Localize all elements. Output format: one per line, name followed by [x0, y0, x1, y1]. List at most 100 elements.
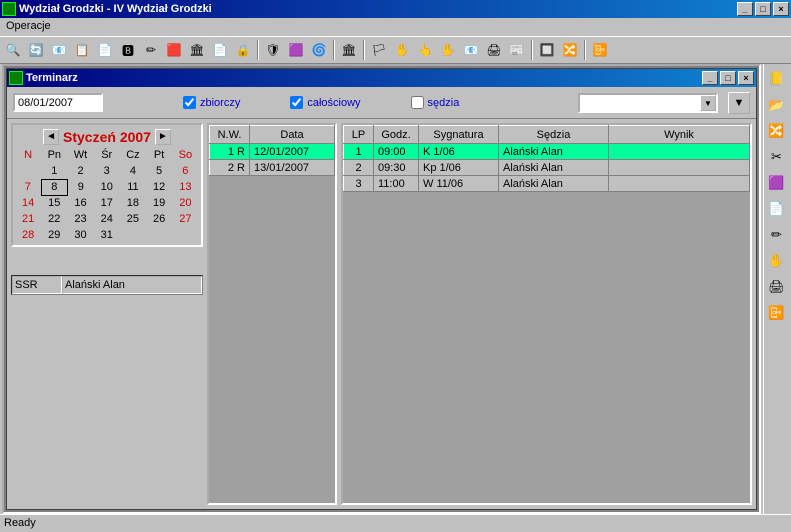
- cell-date[interactable]: 12/01/2007: [250, 144, 335, 160]
- cell-nw[interactable]: 2 R: [210, 160, 250, 176]
- col-nw[interactable]: N.W.: [210, 126, 250, 144]
- table-row[interactable]: 209:30Kp 1/06Alański Alan: [344, 160, 750, 176]
- toolbar-button-13[interactable]: 🟪: [285, 39, 307, 61]
- child-minimize-button[interactable]: _: [702, 71, 718, 85]
- cell-syg[interactable]: W 11/06: [419, 176, 499, 192]
- toolbar-button-0[interactable]: 🔍: [2, 39, 24, 61]
- toolbar-button-18[interactable]: 🏳: [368, 39, 390, 61]
- dates-grid[interactable]: N.W. Data 1 R12/01/20072 R13/01/2007: [207, 123, 337, 505]
- cell-sedzia[interactable]: Alański Alan: [499, 176, 609, 192]
- minimize-button[interactable]: _: [737, 2, 753, 16]
- filter-combo[interactable]: ▼: [578, 93, 718, 113]
- col-data[interactable]: Data: [250, 126, 335, 144]
- toolbar-button-26[interactable]: 🔲: [536, 39, 558, 61]
- cal-day[interactable]: 12: [146, 179, 172, 195]
- cal-day[interactable]: 20: [172, 195, 198, 211]
- toolbar-button-12[interactable]: 🛡: [262, 39, 284, 61]
- right-toolbar-button-8[interactable]: 🖨: [766, 276, 788, 298]
- cell-wynik[interactable]: [609, 160, 750, 176]
- cal-day[interactable]: 31: [94, 227, 120, 243]
- toolbar-button-20[interactable]: 👆: [414, 39, 436, 61]
- zbiorczy-checkbox[interactable]: zbiorczy: [183, 96, 240, 109]
- col-godz[interactable]: Godz.: [374, 126, 419, 144]
- col-syg[interactable]: Sygnatura: [419, 126, 499, 144]
- cell-lp[interactable]: 3: [344, 176, 374, 192]
- menu-operacje[interactable]: Operacje: [6, 20, 51, 32]
- toolbar-button-5[interactable]: 🅱: [117, 39, 139, 61]
- toolbar-button-2[interactable]: 📧: [48, 39, 70, 61]
- cal-day[interactable]: 27: [172, 211, 198, 227]
- toolbar-button-24[interactable]: 📰: [506, 39, 528, 61]
- cal-day[interactable]: 18: [120, 195, 146, 211]
- cell-wynik[interactable]: [609, 176, 750, 192]
- cal-day[interactable]: 22: [41, 211, 67, 227]
- col-lp[interactable]: LP: [344, 126, 374, 144]
- cal-day[interactable]: 1: [41, 163, 67, 179]
- toolbar-button-9[interactable]: 📄: [209, 39, 231, 61]
- table-row[interactable]: 109:00K 1/06Alański Alan: [344, 144, 750, 160]
- table-row[interactable]: 1 R12/01/2007: [210, 144, 335, 160]
- cell-godz[interactable]: 11:00: [374, 176, 419, 192]
- cell-wynik[interactable]: [609, 144, 750, 160]
- combo-arrow-icon[interactable]: ▼: [700, 95, 716, 111]
- right-toolbar-button-7[interactable]: ✋: [766, 250, 788, 272]
- toolbar-button-16[interactable]: 🏛: [338, 39, 360, 61]
- cal-day[interactable]: 7: [15, 179, 41, 195]
- cal-day[interactable]: 24: [94, 211, 120, 227]
- cal-day[interactable]: 11: [120, 179, 146, 195]
- cal-day[interactable]: 16: [67, 195, 93, 211]
- right-toolbar-button-5[interactable]: 📄: [766, 198, 788, 220]
- cell-lp[interactable]: 1: [344, 144, 374, 160]
- cal-day[interactable]: 2: [67, 163, 93, 179]
- cal-prev-button[interactable]: ◄: [43, 129, 59, 145]
- filter-button[interactable]: ▼: [728, 92, 750, 114]
- cal-day[interactable]: 29: [41, 227, 67, 243]
- sessions-grid[interactable]: LP Godz. Sygnatura Sędzia Wynik 109:00K …: [341, 123, 752, 505]
- cell-syg[interactable]: K 1/06: [419, 144, 499, 160]
- right-toolbar-button-1[interactable]: 📂: [766, 94, 788, 116]
- cal-day[interactable]: 14: [15, 195, 41, 211]
- toolbar-button-8[interactable]: 🏛: [186, 39, 208, 61]
- cal-day[interactable]: 23: [67, 211, 93, 227]
- cal-day[interactable]: 5: [146, 163, 172, 179]
- zbiorczy-check[interactable]: [183, 96, 196, 109]
- cal-next-button[interactable]: ►: [155, 129, 171, 145]
- cell-lp[interactable]: 2: [344, 160, 374, 176]
- right-toolbar-button-9[interactable]: 📴: [766, 302, 788, 324]
- cal-day[interactable]: 19: [146, 195, 172, 211]
- right-toolbar-button-3[interactable]: ✂: [766, 146, 788, 168]
- cell-godz[interactable]: 09:00: [374, 144, 419, 160]
- cell-nw[interactable]: 1 R: [210, 144, 250, 160]
- cal-day[interactable]: 25: [120, 211, 146, 227]
- toolbar-button-22[interactable]: 📧: [460, 39, 482, 61]
- cal-day[interactable]: 4: [120, 163, 146, 179]
- toolbar-button-4[interactable]: 📄: [94, 39, 116, 61]
- right-toolbar-button-6[interactable]: ✏: [766, 224, 788, 246]
- cell-sedzia[interactable]: Alański Alan: [499, 144, 609, 160]
- cal-day[interactable]: 28: [15, 227, 41, 243]
- cal-day[interactable]: 8: [41, 179, 67, 195]
- cal-day[interactable]: 15: [41, 195, 67, 211]
- toolbar-button-6[interactable]: ✏: [140, 39, 162, 61]
- cal-day[interactable]: 3: [94, 163, 120, 179]
- child-maximize-button[interactable]: □: [720, 71, 736, 85]
- toolbar-button-29[interactable]: 📴: [589, 39, 611, 61]
- toolbar-button-3[interactable]: 📋: [71, 39, 93, 61]
- toolbar-button-7[interactable]: 🟥: [163, 39, 185, 61]
- cal-day[interactable]: 9: [67, 179, 93, 195]
- maximize-button[interactable]: □: [755, 2, 771, 16]
- table-row[interactable]: 2 R13/01/2007: [210, 160, 335, 176]
- table-row[interactable]: 311:00W 11/06Alański Alan: [344, 176, 750, 192]
- date-input[interactable]: [13, 93, 103, 112]
- cell-syg[interactable]: Kp 1/06: [419, 160, 499, 176]
- cal-day[interactable]: 21: [15, 211, 41, 227]
- toolbar-button-21[interactable]: ✋: [437, 39, 459, 61]
- cal-day[interactable]: 10: [94, 179, 120, 195]
- cal-day[interactable]: 6: [172, 163, 198, 179]
- col-sedzia[interactable]: Sędzia: [499, 126, 609, 144]
- right-toolbar-button-0[interactable]: 📒: [766, 68, 788, 90]
- cal-day[interactable]: 13: [172, 179, 198, 195]
- calosciowy-checkbox[interactable]: całościowy: [290, 96, 360, 109]
- col-wynik[interactable]: Wynik: [609, 126, 750, 144]
- sedzia-check[interactable]: [411, 96, 424, 109]
